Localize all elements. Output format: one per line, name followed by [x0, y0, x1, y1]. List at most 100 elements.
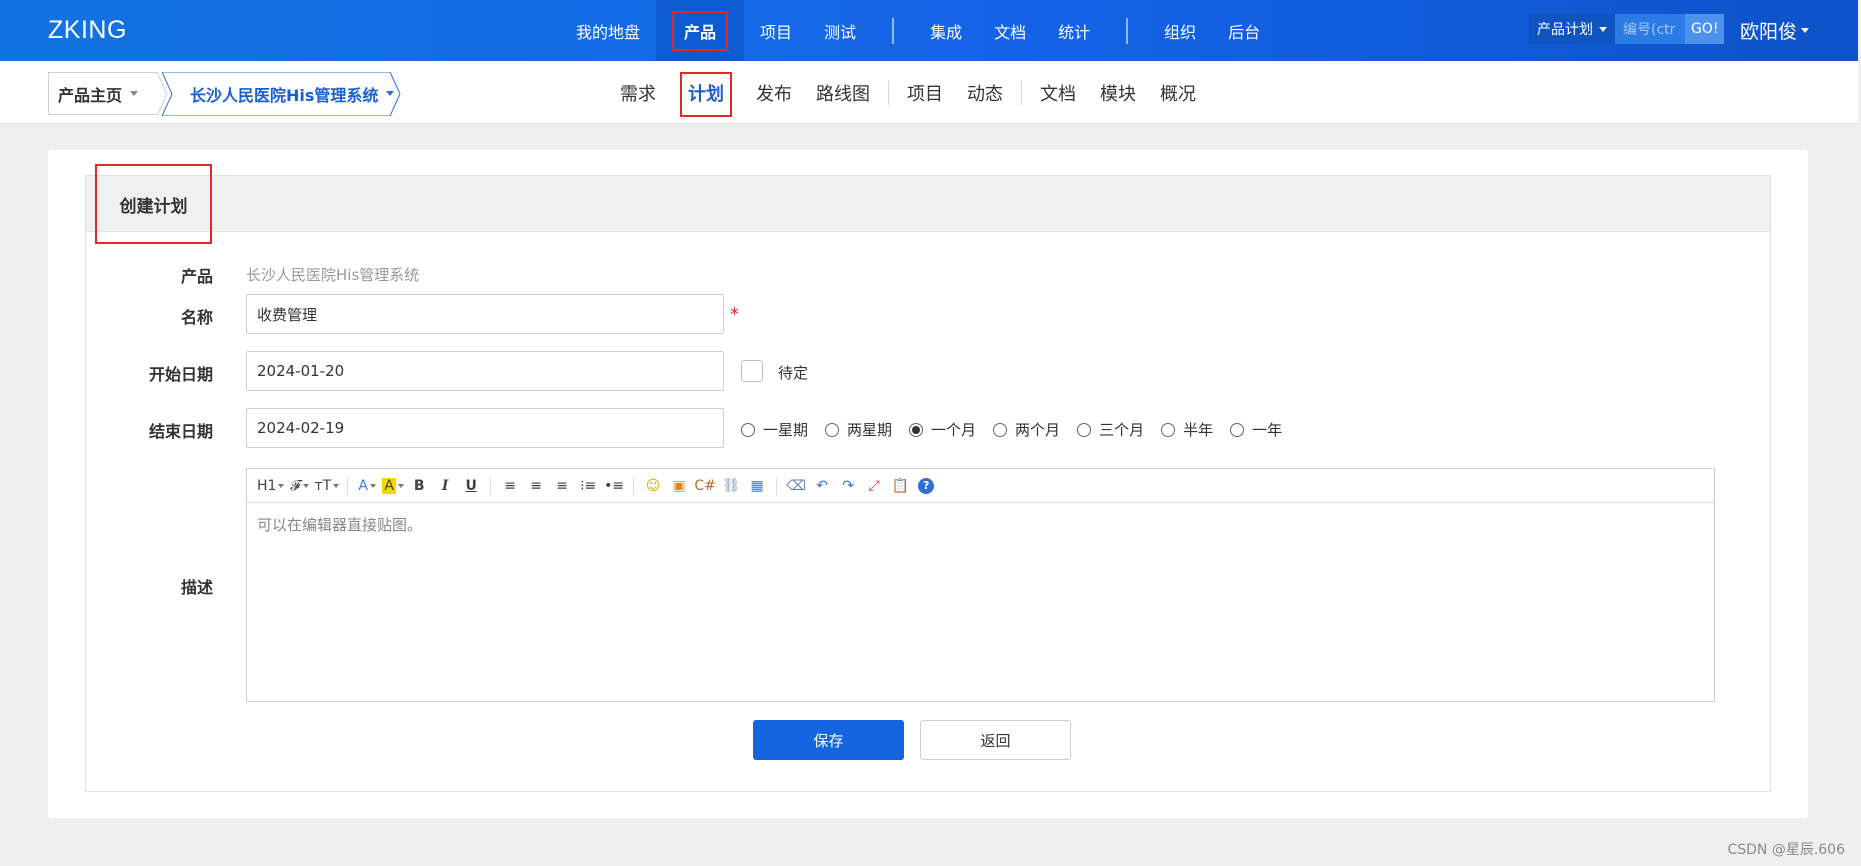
- chevron-down-icon: [1801, 28, 1810, 33]
- nav-integration[interactable]: 集成: [914, 0, 978, 61]
- heading-icon[interactable]: H1: [257, 474, 285, 498]
- nav-admin[interactable]: 后台: [1212, 0, 1276, 61]
- subnav-release[interactable]: 发布: [744, 80, 804, 106]
- nav-project[interactable]: 项目: [744, 0, 808, 61]
- duration-radio[interactable]: 三个月: [1077, 419, 1144, 440]
- ordered-list-icon[interactable]: ⁝≡: [577, 474, 599, 498]
- nav-my-dashboard[interactable]: 我的地盘: [560, 0, 656, 61]
- name-label: 名称: [180, 308, 213, 327]
- subnav-docs[interactable]: 文档: [1028, 80, 1088, 106]
- chevron-down-icon: [369, 483, 376, 488]
- end-date-input[interactable]: 2024-02-19: [246, 408, 724, 448]
- underline-icon[interactable]: U: [460, 474, 482, 498]
- redo-icon[interactable]: ↷: [837, 474, 859, 498]
- end-date-label: 结束日期: [148, 422, 213, 441]
- search-go-button[interactable]: GO!: [1685, 14, 1725, 44]
- eraser-icon[interactable]: ⌫: [785, 474, 807, 498]
- nav-product-label: 产品: [672, 10, 729, 51]
- paste-icon[interactable]: 📋: [889, 474, 911, 498]
- breadcrumb-product-home[interactable]: 产品主页: [48, 72, 158, 115]
- subnav-story[interactable]: 需求: [608, 80, 668, 106]
- search-type-select[interactable]: 产品计划: [1529, 14, 1615, 44]
- nav-product[interactable]: 产品: [656, 0, 745, 61]
- help-icon[interactable]: ?: [915, 474, 937, 498]
- align-left-icon[interactable]: ≡: [499, 474, 521, 498]
- duration-radio[interactable]: 一星期: [741, 419, 808, 440]
- code-icon[interactable]: C#: [694, 474, 716, 498]
- duration-label: 半年: [1183, 421, 1214, 439]
- subnav-story-label: 需求: [620, 83, 656, 105]
- font-family-icon[interactable]: 𝓕: [288, 474, 310, 498]
- link-icon-glyph: ⛓: [722, 477, 741, 494]
- editor-toolbar: H1 𝓕тT A A B I U ≡ ≡ ≡ ⁝≡ •≡ ☺ ▣ C# ⛓ ▦ ⌫ ↶ ↷ ⤢ 📋?: [247, 469, 1714, 503]
- duration-radio[interactable]: 半年: [1161, 419, 1213, 440]
- pending-checkbox[interactable]: [741, 360, 763, 382]
- nav-my-dashboard-label: 我的地盘: [576, 22, 641, 42]
- duration-radio[interactable]: 两星期: [825, 419, 892, 440]
- duration-radio[interactable]: 一年: [1230, 419, 1282, 440]
- emoticon-icon[interactable]: ☺: [642, 474, 664, 498]
- breadcrumb-active-outline: [162, 72, 401, 116]
- italic-icon[interactable]: I: [434, 474, 456, 498]
- app-logo[interactable]: ZKING: [48, 16, 127, 45]
- save-button[interactable]: 保存: [753, 720, 904, 760]
- image-icon[interactable]: ▣: [668, 474, 690, 498]
- main-panel: 创建计划 产品 长沙人民医院His管理系统 名称 收费管理 * 开始日期 202…: [48, 150, 1808, 818]
- nav-stats[interactable]: 统计: [1042, 0, 1106, 61]
- user-name: 欧阳俊: [1740, 21, 1798, 43]
- begin-date-input[interactable]: 2024-01-20: [246, 351, 724, 391]
- pending-label: 待定: [778, 364, 809, 382]
- bold-icon[interactable]: B: [408, 474, 430, 498]
- subnav-roadmap[interactable]: 路线图: [804, 80, 882, 106]
- font-color-icon[interactable]: A: [356, 474, 378, 498]
- align-center-icon[interactable]: ≡: [525, 474, 547, 498]
- subnav-module-label: 模块: [1100, 83, 1136, 105]
- subnav-release-label: 发布: [756, 83, 792, 105]
- toolbar-divider: [776, 476, 778, 495]
- create-plan-card: 创建计划 产品 长沙人民医院His管理系统 名称 收费管理 * 开始日期 202…: [85, 164, 1771, 792]
- undo-icon[interactable]: ↶: [811, 474, 833, 498]
- underline-icon-glyph: U: [465, 477, 477, 494]
- editor-content-area[interactable]: 可以在编辑器直接贴图。: [247, 503, 1714, 546]
- duration-label: 三个月: [1099, 421, 1145, 439]
- duration-radio[interactable]: 两个月: [993, 419, 1060, 440]
- subnav-plan[interactable]: 计划: [668, 71, 744, 117]
- unordered-list-icon[interactable]: •≡: [603, 474, 625, 498]
- highlight-color-icon[interactable]: A: [382, 474, 404, 498]
- subnav-dynamic-label: 动态: [967, 83, 1003, 105]
- card-header: 创建计划: [86, 164, 1770, 244]
- fullscreen-icon-glyph: ⤢: [868, 477, 880, 494]
- table-icon[interactable]: ▦: [746, 474, 768, 498]
- nav-docs[interactable]: 文档: [978, 0, 1042, 61]
- align-right-icon[interactable]: ≡: [551, 474, 573, 498]
- font-family-icon-glyph: 𝓕: [290, 477, 301, 494]
- search-input[interactable]: 编号(ctr: [1615, 14, 1685, 44]
- nav-test[interactable]: 测试: [808, 0, 872, 61]
- subnav-module[interactable]: 模块: [1088, 80, 1148, 106]
- link-icon[interactable]: ⛓: [720, 474, 742, 498]
- product-sub-nav: 需求 计划 发布 路线图 项目 动态 文档 模块 概况: [608, 61, 1208, 124]
- duration-label: 一年: [1252, 421, 1283, 439]
- subnav-roadmap-label: 路线图: [816, 83, 870, 105]
- font-size-icon[interactable]: тT: [314, 474, 340, 498]
- user-menu[interactable]: 欧阳俊: [1740, 17, 1810, 44]
- page-title: 创建计划: [95, 164, 212, 244]
- watermark: CSDN @星辰.606: [1727, 842, 1845, 858]
- subnav-dynamic[interactable]: 动态: [955, 80, 1015, 106]
- begin-date-label: 开始日期: [148, 365, 213, 384]
- help-icon-glyph: ?: [918, 477, 935, 494]
- plan-name-input[interactable]: 收费管理: [246, 294, 724, 334]
- fullscreen-icon[interactable]: ⤢: [863, 474, 885, 498]
- subnav-project[interactable]: 项目: [895, 80, 955, 106]
- eraser-icon-glyph: ⌫: [786, 477, 807, 494]
- toolbar-divider: [490, 476, 492, 495]
- back-button[interactable]: 返回: [920, 720, 1071, 760]
- nav-divider: [1126, 17, 1129, 44]
- duration-radio-group: 一星期 两星期 一个月 两个月 三个月 半年 一年: [741, 419, 1282, 440]
- subnav-overview[interactable]: 概况: [1148, 80, 1208, 106]
- duration-radio[interactable]: 一个月: [909, 419, 976, 440]
- nav-admin-label: 后台: [1228, 22, 1261, 42]
- radio-circle-icon: [909, 422, 924, 437]
- nav-org[interactable]: 组织: [1148, 0, 1212, 61]
- table-icon-glyph: ▦: [750, 477, 764, 494]
